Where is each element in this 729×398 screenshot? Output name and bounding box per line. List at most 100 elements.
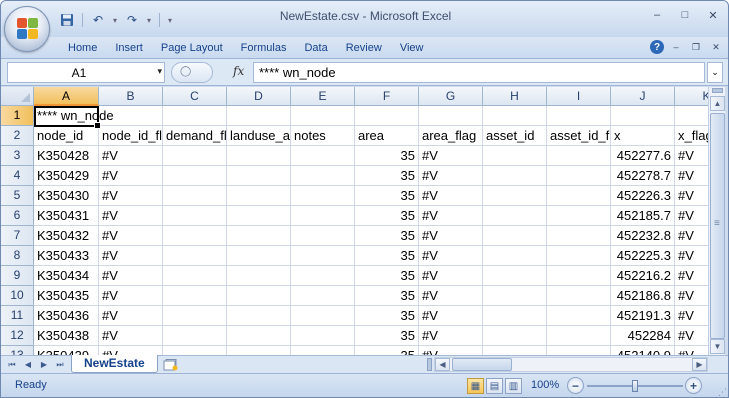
last-sheet-button[interactable]: ⏭ bbox=[53, 358, 67, 371]
cell-b5[interactable]: #V bbox=[99, 186, 163, 206]
scroll-right-button[interactable]: ▶ bbox=[692, 358, 707, 371]
cell-k5[interactable]: #V bbox=[675, 186, 708, 206]
cell-c10[interactable] bbox=[163, 286, 227, 306]
minimize-button[interactable]: – bbox=[646, 7, 668, 23]
cell-h7[interactable] bbox=[483, 226, 547, 246]
cell-h3[interactable] bbox=[483, 146, 547, 166]
cell-k2[interactable]: x_flag bbox=[675, 126, 708, 146]
cell-d12[interactable] bbox=[227, 326, 291, 346]
cell-f9[interactable]: 35 bbox=[355, 266, 419, 286]
cell-i3[interactable] bbox=[547, 146, 611, 166]
cell-h13[interactable] bbox=[483, 346, 547, 355]
cell-i2[interactable]: asset_id_flag bbox=[547, 126, 611, 146]
cell-k7[interactable]: #V bbox=[675, 226, 708, 246]
cell-i8[interactable] bbox=[547, 246, 611, 266]
cell-a7[interactable]: K350432 bbox=[34, 226, 99, 246]
cell-c5[interactable] bbox=[163, 186, 227, 206]
column-header-j[interactable]: J bbox=[611, 87, 675, 106]
row-header-13[interactable]: 13 bbox=[1, 346, 34, 355]
workbook-close-button[interactable]: ✕ bbox=[708, 39, 724, 55]
cell-k13[interactable]: #V bbox=[675, 346, 708, 355]
scroll-up-button[interactable]: ▲ bbox=[710, 96, 725, 111]
cell-b12[interactable]: #V bbox=[99, 326, 163, 346]
cell-i6[interactable] bbox=[547, 206, 611, 226]
cell-f6[interactable]: 35 bbox=[355, 206, 419, 226]
scroll-left-button[interactable]: ◀ bbox=[435, 358, 450, 371]
expand-formula-bar-button[interactable]: ⌄ bbox=[707, 62, 723, 83]
cell-f4[interactable]: 35 bbox=[355, 166, 419, 186]
cell-a8[interactable]: K350433 bbox=[34, 246, 99, 266]
cell-i11[interactable] bbox=[547, 306, 611, 326]
column-header-f[interactable]: F bbox=[355, 87, 419, 106]
cell-k11[interactable]: #V bbox=[675, 306, 708, 326]
cell-j11[interactable]: 452191.3 bbox=[611, 306, 675, 326]
horizontal-scroll-thumb[interactable] bbox=[452, 358, 512, 371]
cell-e1[interactable] bbox=[291, 106, 355, 126]
page-break-preview-button[interactable]: ▥ bbox=[505, 378, 522, 394]
cell-d5[interactable] bbox=[227, 186, 291, 206]
cell-g3[interactable]: #V bbox=[419, 146, 483, 166]
cell-e10[interactable] bbox=[291, 286, 355, 306]
cell-a2[interactable]: node_id bbox=[34, 126, 99, 146]
row-header-11[interactable]: 11 bbox=[1, 306, 34, 326]
cell-f7[interactable]: 35 bbox=[355, 226, 419, 246]
cell-c1[interactable] bbox=[163, 106, 227, 126]
cell-h2[interactable]: asset_id bbox=[483, 126, 547, 146]
cell-k12[interactable]: #V bbox=[675, 326, 708, 346]
insert-worksheet-button[interactable] bbox=[161, 357, 181, 372]
cell-d13[interactable] bbox=[227, 346, 291, 355]
cell-f8[interactable]: 35 bbox=[355, 246, 419, 266]
cell-f1[interactable] bbox=[355, 106, 419, 126]
cell-j1[interactable] bbox=[611, 106, 675, 126]
close-button[interactable]: ✕ bbox=[702, 7, 724, 23]
cell-i12[interactable] bbox=[547, 326, 611, 346]
cell-h11[interactable] bbox=[483, 306, 547, 326]
cell-j2[interactable]: x bbox=[611, 126, 675, 146]
cell-f5[interactable]: 35 bbox=[355, 186, 419, 206]
cell-j5[interactable]: 452226.3 bbox=[611, 186, 675, 206]
cell-g6[interactable]: #V bbox=[419, 206, 483, 226]
cell-k8[interactable]: #V bbox=[675, 246, 708, 266]
cell-j4[interactable]: 452278.7 bbox=[611, 166, 675, 186]
cell-b4[interactable]: #V bbox=[99, 166, 163, 186]
cell-f12[interactable]: 35 bbox=[355, 326, 419, 346]
cell-e3[interactable] bbox=[291, 146, 355, 166]
cell-k9[interactable]: #V bbox=[675, 266, 708, 286]
help-icon[interactable]: ? bbox=[650, 40, 664, 54]
resize-grip-icon[interactable]: ⋰ bbox=[718, 387, 728, 397]
cell-h1[interactable] bbox=[483, 106, 547, 126]
cell-c2[interactable]: demand_flag bbox=[163, 126, 227, 146]
vertical-scroll-thumb[interactable] bbox=[710, 113, 725, 339]
cell-e9[interactable] bbox=[291, 266, 355, 286]
cell-i9[interactable] bbox=[547, 266, 611, 286]
cell-k3[interactable]: #V bbox=[675, 146, 708, 166]
cell-h8[interactable] bbox=[483, 246, 547, 266]
cell-h10[interactable] bbox=[483, 286, 547, 306]
cell-f2[interactable]: area bbox=[355, 126, 419, 146]
cell-k10[interactable]: #V bbox=[675, 286, 708, 306]
vertical-scrollbar[interactable]: ▲ ▼ bbox=[708, 87, 725, 355]
cell-a6[interactable]: K350431 bbox=[34, 206, 99, 226]
cell-e5[interactable] bbox=[291, 186, 355, 206]
row-header-9[interactable]: 9 bbox=[1, 266, 34, 286]
cell-a11[interactable]: K350436 bbox=[34, 306, 99, 326]
tab-page-layout[interactable]: Page Layout bbox=[152, 40, 232, 58]
cell-g8[interactable]: #V bbox=[419, 246, 483, 266]
cell-d6[interactable] bbox=[227, 206, 291, 226]
cell-c6[interactable] bbox=[163, 206, 227, 226]
cell-a9[interactable]: K350434 bbox=[34, 266, 99, 286]
zoom-in-button[interactable]: + bbox=[685, 377, 702, 394]
cell-k1[interactable] bbox=[675, 106, 708, 126]
column-header-a[interactable]: A bbox=[34, 87, 99, 106]
cell-a4[interactable]: K350429 bbox=[34, 166, 99, 186]
cell-i7[interactable] bbox=[547, 226, 611, 246]
tab-review[interactable]: Review bbox=[337, 40, 391, 58]
cell-j8[interactable]: 452225.3 bbox=[611, 246, 675, 266]
row-header-12[interactable]: 12 bbox=[1, 326, 34, 346]
cell-c13[interactable] bbox=[163, 346, 227, 355]
cell-c3[interactable] bbox=[163, 146, 227, 166]
tab-formulas[interactable]: Formulas bbox=[232, 40, 296, 58]
cell-j13[interactable]: 452140.9 bbox=[611, 346, 675, 355]
cell-e8[interactable] bbox=[291, 246, 355, 266]
worksheet-grid[interactable]: ABCDEFGHIJK 1**** wn_node2node_idnode_id_… bbox=[1, 87, 708, 355]
